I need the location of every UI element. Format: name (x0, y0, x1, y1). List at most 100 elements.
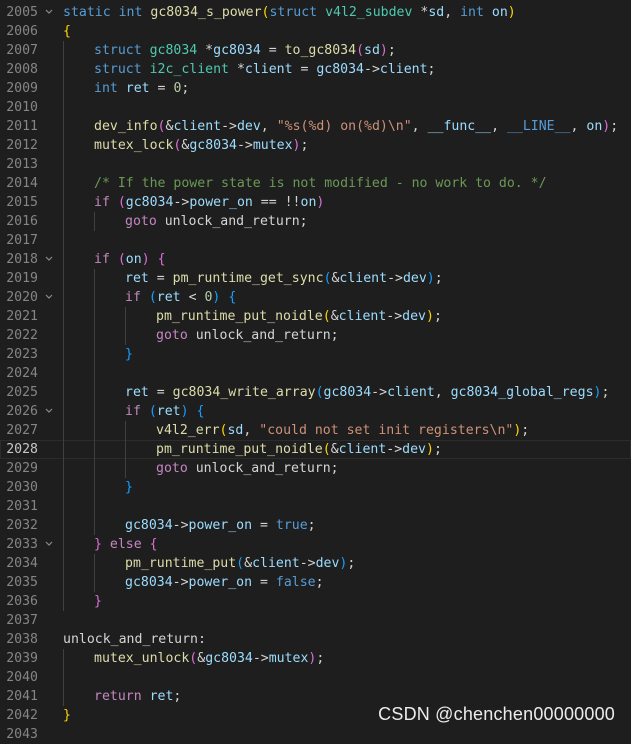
code-line[interactable]: 2028 pm_runtime_put_noidle(&client->dev); (0, 440, 631, 459)
code-line[interactable]: 2007 struct gc8034 *gc8034 = to_gc8034(sd… (0, 41, 631, 60)
code-line[interactable]: 2013 (0, 155, 631, 174)
indent-guide (63, 231, 64, 250)
code-token: , (411, 119, 428, 134)
code-line[interactable]: 2022 goto unlock_and_return; (0, 326, 631, 345)
code-line[interactable]: 2025 ret = gc8034_write_array(gc8034->cli… (0, 383, 631, 402)
code-line[interactable]: 2011 dev_info(&client->dev, "%s(%d) on(%d… (0, 117, 631, 136)
code-line[interactable]: 2005 static int gc8034_s_power(struct v4l… (0, 3, 631, 22)
code-token: ; (610, 119, 619, 134)
indent-guide (63, 383, 64, 402)
code-line[interactable]: 2031 (0, 497, 631, 516)
code-text: ret = gc8034_write_array(gc8034->client,… (125, 383, 609, 402)
code-token: ( (148, 404, 157, 419)
code-line[interactable]: 2039 mutex_unlock(&gc8034->mutex); (0, 649, 631, 668)
code-text: int ret = 0; (94, 79, 189, 98)
indent-guide (63, 193, 64, 212)
code-token: -> (371, 385, 388, 400)
code-line[interactable]: 2008 struct i2c_client *client = gc8034->… (0, 60, 631, 79)
line-number: 2036 (6, 594, 38, 609)
line-number: 2026 (6, 404, 38, 419)
code-token: /* If the power state is not modified - … (94, 176, 547, 191)
code-line[interactable]: 2034 pm_runtime_put(&client->dev); (0, 554, 631, 573)
code-token: , (260, 119, 277, 134)
indent-guide (63, 668, 64, 687)
code-line[interactable]: 2029 goto unlock_and_return; (0, 459, 631, 478)
code-line[interactable]: 2038 unlock_and_return: (0, 630, 631, 649)
code-line[interactable]: 2035 gc8034->power_on = false; (0, 573, 631, 592)
code-line[interactable]: 2018 if (on) { (0, 250, 631, 269)
code-text: } (125, 478, 133, 497)
code-token: & (197, 651, 206, 666)
code-token: client (244, 62, 293, 77)
code-line[interactable]: 2036} (0, 592, 631, 611)
code-token: gc8034_global_regs (450, 385, 594, 400)
code-line[interactable]: 2020 if (ret < 0) { (0, 288, 631, 307)
code-token: ) (426, 271, 435, 286)
code-token: client (339, 271, 388, 286)
code-token: int (94, 81, 118, 96)
code-token: mutex_lock (94, 138, 174, 153)
code-line[interactable]: 2016 goto unlock_and_return; (0, 212, 631, 231)
code-token: -> (386, 309, 403, 324)
code-token: __LINE__ (506, 119, 571, 134)
code-line[interactable]: 2043 (0, 725, 631, 744)
indent-guide (94, 516, 95, 535)
code-line[interactable]: 2019 ret = pm_runtime_get_sync(&client->d… (0, 269, 631, 288)
code-token: ( (117, 252, 126, 267)
code-line[interactable]: 2024 (0, 364, 631, 383)
code-line[interactable]: 2040 (0, 668, 631, 687)
code-line[interactable]: 2026 if (ret) { (0, 402, 631, 421)
indent-guide (63, 136, 64, 155)
code-line[interactable]: 2023} (0, 345, 631, 364)
code-line[interactable]: 2032 gc8034->power_on = true; (0, 516, 631, 535)
code-token: == !! (252, 195, 301, 210)
indent-guide (63, 497, 64, 516)
code-line[interactable]: 2009 int ret = 0; (0, 79, 631, 98)
code-line[interactable]: 2021 pm_runtime_put_noidle(&client->dev); (0, 307, 631, 326)
code-line[interactable]: 2006 { (0, 22, 631, 41)
code-line[interactable]: 2027 v4l2_err(sd, "could not set init reg… (0, 421, 631, 440)
code-token: i2c_client (149, 62, 229, 77)
code-token: true (275, 518, 308, 533)
code-token: mutex_unlock (94, 651, 190, 666)
code-text: dev_info(&client->dev, "%s(%d) on(%d)\n"… (94, 117, 618, 136)
indent-guide (125, 440, 126, 459)
code-text: { (63, 22, 71, 41)
code-line[interactable]: 2014 /* If the power state is not modifie… (0, 174, 631, 193)
code-line[interactable]: 2012 mutex_lock(&gc8034->mutex); (0, 136, 631, 155)
code-line[interactable]: 2037 (0, 611, 631, 630)
code-token: ; (433, 309, 442, 324)
code-line[interactable]: 2010 (0, 98, 631, 117)
line-number: 2021 (6, 309, 38, 324)
code-line[interactable]: 2033} else { (0, 535, 631, 554)
indent-guide (63, 573, 64, 592)
indent-guide (63, 516, 64, 535)
code-token: -> (221, 119, 237, 134)
indent-guide (63, 212, 64, 231)
code-token: false (275, 575, 316, 590)
code-editor[interactable]: 2005 static int gc8034_s_power(struct v4l… (0, 3, 631, 744)
indent-guide (94, 497, 95, 516)
code-token: = (252, 518, 276, 533)
code-token: pm_runtime_put_noidle (156, 309, 323, 324)
code-token: & (330, 309, 339, 324)
indent-guide (94, 383, 95, 402)
code-token: mutex (252, 138, 293, 153)
line-number: 2014 (6, 176, 38, 191)
code-text: } (94, 592, 102, 611)
code-token: gc8034 (149, 43, 198, 58)
line-number: 2019 (6, 271, 38, 286)
code-token: } (94, 594, 102, 609)
indent-guide (94, 269, 95, 288)
code-token: sd (428, 5, 445, 20)
code-token: "could not set init registers\n" (259, 423, 514, 438)
code-line[interactable]: 2017 (0, 231, 631, 250)
line-number: 2022 (6, 328, 38, 343)
code-text: goto unlock_and_return; (156, 326, 339, 345)
line-number: 2033 (6, 537, 38, 552)
code-line[interactable]: 2030} (0, 478, 631, 497)
code-line[interactable]: 2015 if (gc8034->power_on == !!on) (0, 193, 631, 212)
code-token: ( (236, 556, 245, 571)
